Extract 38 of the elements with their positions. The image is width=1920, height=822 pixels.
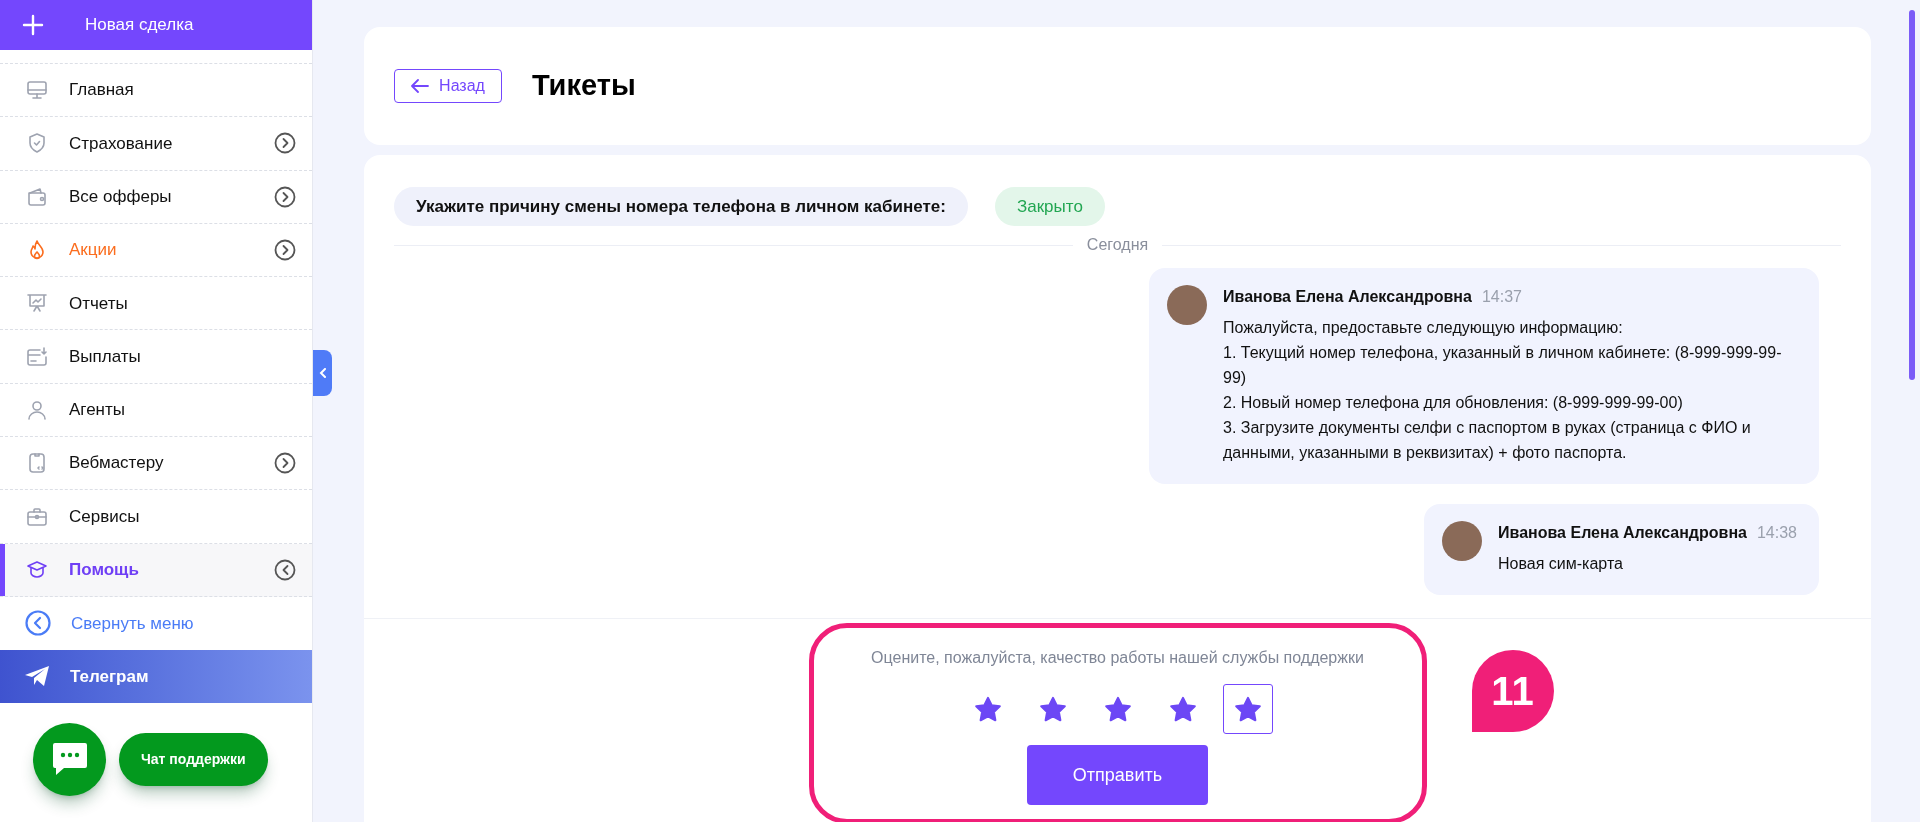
message-text: Новая сим-карта [1498, 554, 1624, 574]
new-deal-button[interactable]: Новая сделка [0, 0, 312, 50]
message-text: Пожалуйста, предоставьте следующую информацию: [1223, 318, 1624, 338]
annotation-badge: 11 [1471, 650, 1554, 732]
star-icon [1103, 695, 1132, 723]
paper-plane-icon [24, 664, 50, 689]
avatar [1442, 521, 1483, 561]
ticket-subject: Укажите причину смены номера телефона в личном кабинете: [394, 187, 968, 226]
plus-icon [22, 14, 44, 36]
sidebar-toggle[interactable] [313, 350, 332, 396]
message-text: 3. Загрузите документы селфи с паспортом в руках (страница с ФИО и данными, указанными в реквизитах) + фото паспорта. [1223, 418, 1752, 463]
message-time: 14:38 [1756, 523, 1797, 543]
message-time: 14:37 [1481, 287, 1522, 307]
telegram-button[interactable]: Телеграм [0, 649, 312, 703]
star-icon [1168, 695, 1197, 723]
chevron-left-circle-icon [25, 610, 51, 637]
collapse-menu-button[interactable]: Свернуть меню [0, 596, 312, 650]
arrow-left-icon [411, 79, 430, 93]
rating-prompt: Оцените, пожалуйста, качество работы нашей службы поддержки [871, 648, 1364, 668]
message-text: 2. Новый номер телефона для обновления: (8-999-999-99-00) [1223, 393, 1684, 413]
submit-button[interactable]: Отправить [1027, 745, 1208, 805]
date-divider-label: Сегодня [1085, 235, 1150, 255]
support-chat-button[interactable]: Чат поддержки [119, 732, 268, 786]
chevron-left-icon [318, 368, 327, 378]
chat-button[interactable] [33, 722, 106, 796]
message-text: 1. Текущий номер телефона, указанный в личном кабинете: (8-999-999-99-99) [1223, 343, 1783, 388]
back-button[interactable]: Назад [394, 69, 502, 103]
star-icon [1233, 695, 1262, 723]
status-badge: Закрыто [994, 187, 1105, 226]
author-name: Иванова Елена Александровна [1498, 523, 1747, 543]
page-title: Тикеты [532, 68, 636, 104]
avatar [1167, 285, 1207, 325]
scrollbar-thumb[interactable] [1909, 10, 1915, 380]
author-name: Иванова Елена Александровна [1223, 287, 1472, 307]
card-download-icon [25, 344, 49, 369]
star-icon [1038, 695, 1067, 723]
star-icon [973, 695, 1002, 723]
sidebar-item[interactable]: Помощь [0, 543, 312, 597]
